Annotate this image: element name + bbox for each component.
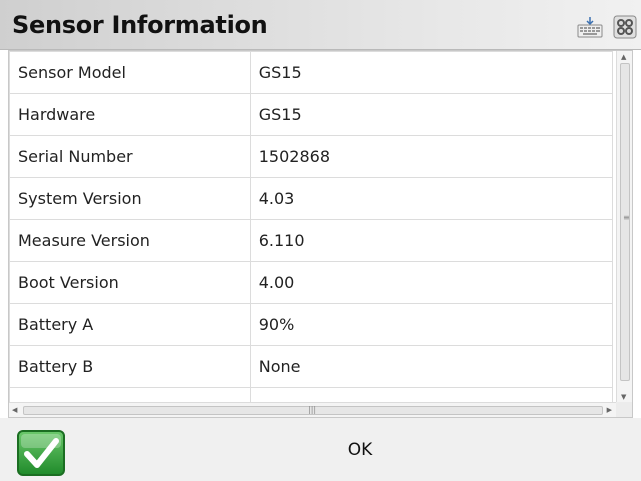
scroll-right-arrow-icon[interactable]: ▶ — [607, 406, 612, 414]
table-row[interactable]: Sensor Model GS15 — [9, 51, 614, 94]
title-bar: Sensor Information — [0, 0, 641, 50]
sensor-info-grid: Sensor Model GS15 Hardware GS15 Serial Numbe… — [8, 50, 633, 418]
vertical-scroll-thumb[interactable]: ≡ — [620, 63, 630, 381]
scrollbar-corner — [616, 402, 632, 417]
row-label: Boot Version — [9, 261, 251, 304]
row-value: 4.03 — [249, 177, 614, 220]
table-row[interactable]: Boot Version 4.00 — [9, 261, 614, 304]
row-label: Battery B — [9, 345, 251, 388]
row-label: Battery A — [9, 303, 251, 346]
table-row[interactable]: Serial Number 1502868 — [9, 135, 614, 178]
table-row[interactable]: Battery A 90% — [9, 303, 614, 346]
scroll-left-arrow-icon[interactable]: ◀ — [12, 406, 17, 414]
table-row[interactable]: Measure Version 6.110 — [9, 219, 614, 262]
row-value: None — [249, 345, 614, 388]
row-value: 90% — [249, 303, 614, 346]
table-row[interactable]: System Version 4.03 — [9, 177, 614, 220]
row-label: Serial Number — [9, 135, 251, 178]
ok-button[interactable]: OK — [290, 424, 430, 476]
scroll-up-arrow-icon[interactable]: ▲ — [621, 53, 626, 61]
row-value: 1502868 — [249, 135, 614, 178]
row-label: Measure Version — [9, 219, 251, 262]
checkmark-icon[interactable] — [16, 429, 66, 477]
horizontal-scrollbar[interactable]: ◀ ||| ▶ — [9, 402, 632, 417]
grip-icon: ≡ — [623, 213, 630, 222]
row-value: GS15 — [249, 51, 614, 94]
scroll-down-arrow-icon[interactable]: ▼ — [621, 393, 626, 401]
keyboard-icon[interactable] — [577, 16, 603, 38]
row-label: System Version — [9, 177, 251, 220]
row-label: Sensor Model — [9, 51, 251, 94]
grip-icon: ||| — [308, 405, 317, 414]
row-value: 4.00 — [249, 261, 614, 304]
row-value: GS15 — [249, 93, 614, 136]
table-row[interactable]: Hardware GS15 — [9, 93, 614, 136]
row-value: 6.110 — [249, 219, 614, 262]
horizontal-scroll-thumb[interactable]: ||| — [23, 405, 603, 415]
vertical-scrollbar[interactable]: ▲ ≡ ▼ — [616, 51, 632, 403]
system-tray-icon[interactable] — [613, 15, 637, 39]
window-title: Sensor Information — [12, 11, 268, 39]
row-label: Hardware — [9, 93, 251, 136]
table-row[interactable]: Battery B None — [9, 345, 614, 388]
sensor-info-table: Sensor Model GS15 Hardware GS15 Serial Numbe… — [9, 51, 614, 417]
